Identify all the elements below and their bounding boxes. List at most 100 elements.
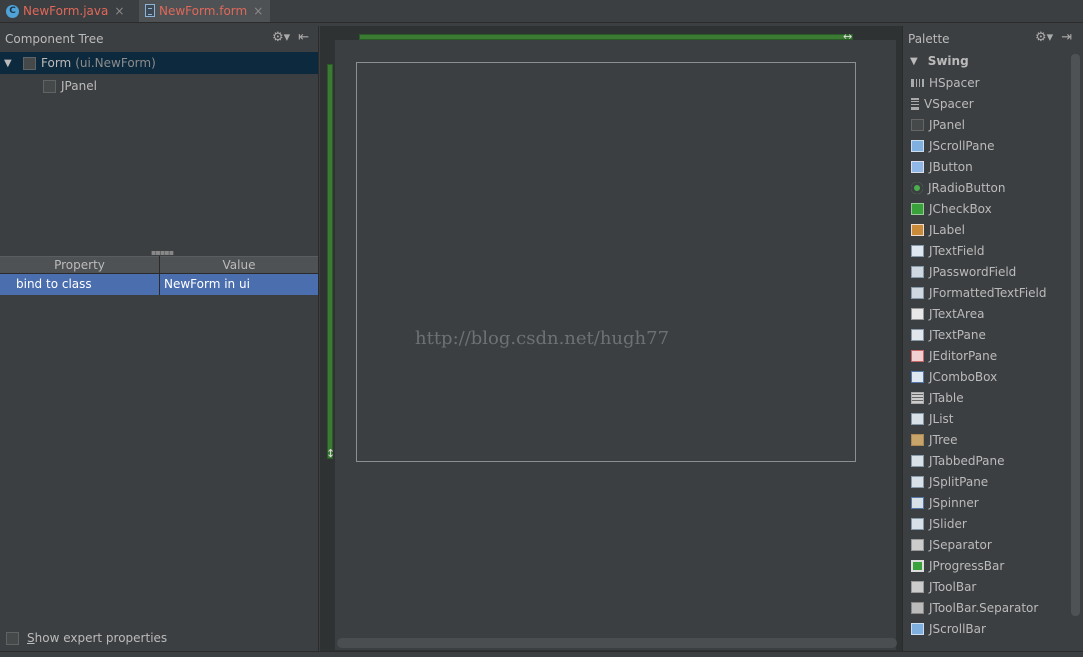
gear-icon[interactable]: ⚙▾ <box>272 30 290 45</box>
checkbox-icon[interactable] <box>6 631 19 645</box>
editorpane-icon <box>911 350 924 362</box>
vertical-scrollbar[interactable] <box>1071 54 1080 616</box>
palette-item-jprogressbar[interactable]: JProgressBar <box>911 556 1004 576</box>
horizontal-scrollbar[interactable] <box>337 638 897 648</box>
panel-header-icons: ⚙▾ ⇤ <box>272 30 309 45</box>
palette-item-jtoolbar[interactable]: JToolBar <box>911 577 976 597</box>
password-icon <box>911 266 924 278</box>
checkbox-label: Show expert properties <box>27 631 168 645</box>
palette-item-jcheckbox[interactable]: JCheckBox <box>911 199 992 219</box>
palette-item-jtable[interactable]: JTable <box>911 388 964 408</box>
panel-title: Component Tree <box>5 32 104 46</box>
palette-item-label: JSplitPane <box>929 475 989 489</box>
tab-newform-java[interactable]: C NewForm.java × <box>0 0 133 22</box>
palette-item-jtree[interactable]: JTree <box>911 430 958 450</box>
palette-item-jbutton[interactable]: JButton <box>911 157 973 177</box>
textarea-icon <box>911 308 924 320</box>
hide-panel-icon[interactable]: ⇤ <box>298 30 309 45</box>
tree-item-form[interactable]: ▼ Form (ui.NewForm) <box>0 52 318 74</box>
close-icon[interactable]: × <box>114 4 124 18</box>
palette-item-vspacer[interactable]: VSpacer <box>911 94 974 114</box>
palette-group-swing[interactable]: ▼ Swing <box>910 54 969 68</box>
splitpane-icon <box>911 476 924 488</box>
palette-item-jradiobutton[interactable]: JRadioButton <box>911 178 1005 198</box>
palette-item-label: JComboBox <box>929 370 998 384</box>
tab-newform-form[interactable]: NewForm.form × <box>139 0 270 22</box>
column-header-value[interactable]: Value <box>160 258 318 272</box>
tabbedpane-icon <box>911 455 924 467</box>
tab-label: NewForm.form <box>159 3 248 18</box>
palette-item-label: JSeparator <box>929 538 992 552</box>
palette-item-jscrollbar[interactable]: JScrollBar <box>911 619 986 639</box>
palette-item-jpanel[interactable]: JPanel <box>911 115 965 135</box>
tree-item-jpanel[interactable]: JPanel <box>0 75 318 97</box>
resize-horizontal-icon[interactable]: ↔ <box>843 30 852 43</box>
form-file-icon <box>145 4 155 17</box>
palette-item-label: JTextArea <box>929 307 985 321</box>
palette-item-jlist[interactable]: JList <box>911 409 954 429</box>
button-icon <box>911 161 924 173</box>
palette-item-label: VSpacer <box>924 97 974 111</box>
expand-arrow-icon[interactable]: ▼ <box>910 56 918 67</box>
form-root-panel[interactable] <box>356 62 856 462</box>
row-guide-bar[interactable] <box>327 64 333 459</box>
tab-label: NewForm.java <box>23 4 109 18</box>
label-icon <box>911 224 924 236</box>
palette-item-jscrollpane[interactable]: JScrollPane <box>911 136 994 156</box>
palette-item-jsplitpane[interactable]: JSplitPane <box>911 472 988 492</box>
palette-item-jeditorpane[interactable]: JEditorPane <box>911 346 997 366</box>
textpane-icon <box>911 329 924 341</box>
watermark-text: http://blog.csdn.net/hugh77 <box>415 328 670 349</box>
slider-icon <box>911 518 924 530</box>
expand-arrow-icon[interactable]: ▼ <box>4 58 18 69</box>
palette-item-label: JScrollBar <box>929 622 986 636</box>
textfield-icon <box>911 245 924 257</box>
palette-item-hspacer[interactable]: HSpacer <box>911 73 980 93</box>
show-expert-properties-checkbox[interactable]: Show expert properties <box>6 631 167 645</box>
palette-item-jlabel[interactable]: JLabel <box>911 220 965 240</box>
column-guide-bar[interactable] <box>359 34 853 40</box>
palette-item-label: JSlider <box>929 517 967 531</box>
palette-item-jcombobox[interactable]: JComboBox <box>911 367 997 387</box>
palette-item-label: JPanel <box>929 118 965 132</box>
scrollbar-icon <box>911 623 924 635</box>
palette-item-jformattedtextfield[interactable]: JFormattedTextField <box>911 283 1047 303</box>
palette-item-label: JScrollPane <box>929 139 995 153</box>
palette-item-jtabbedpane[interactable]: JTabbedPane <box>911 451 1005 471</box>
palette-item-label: JPasswordField <box>929 265 1017 279</box>
palette-item-label: HSpacer <box>929 76 980 90</box>
palette-item-label: JToolBar.Separator <box>929 601 1039 615</box>
status-bar <box>0 651 1083 657</box>
palette-item-jseparator[interactable]: JSeparator <box>911 535 992 555</box>
panel-component-icon <box>43 79 56 93</box>
vspacer-icon <box>911 98 919 110</box>
palette-item-jtextfield[interactable]: JTextField <box>911 241 985 261</box>
palette-item-label: JCheckBox <box>929 202 992 216</box>
tree-item-class: (ui.NewForm) <box>75 56 156 70</box>
panel-title: Palette <box>908 32 950 46</box>
palette-item-jspinner[interactable]: JSpinner <box>911 493 979 513</box>
group-label: Swing <box>927 54 969 68</box>
hide-panel-icon[interactable]: ⇥ <box>1061 30 1072 45</box>
tree-item-label: Form <box>41 56 72 70</box>
palette-item-jtextarea[interactable]: JTextArea <box>911 304 984 324</box>
column-header-property[interactable]: Property <box>0 258 159 272</box>
property-value[interactable]: NewForm in ui <box>164 277 250 291</box>
palette-item-jtoolbar-separator[interactable]: JToolBar.Separator <box>911 598 1038 618</box>
palette-item-label: JList <box>929 412 954 426</box>
formatted-icon <box>911 287 924 299</box>
panel-divider[interactable] <box>318 26 319 657</box>
palette-item-jpasswordfield[interactable]: JPasswordField <box>911 262 1016 282</box>
tree-icon <box>911 434 924 446</box>
list-icon <box>911 413 924 425</box>
separator-icon <box>911 539 924 551</box>
palette-item-label: JTabbedPane <box>929 454 1005 468</box>
gear-icon[interactable]: ⚙▾ <box>1035 30 1053 45</box>
palette-item-jslider[interactable]: JSlider <box>911 514 967 534</box>
close-icon[interactable]: × <box>253 4 263 18</box>
resize-vertical-icon[interactable]: ↕ <box>326 447 335 460</box>
combobox-icon <box>911 371 924 383</box>
palette-item-jtextpane[interactable]: JTextPane <box>911 325 986 345</box>
java-class-icon: C <box>6 4 19 18</box>
palette-item-label: JLabel <box>929 223 965 237</box>
